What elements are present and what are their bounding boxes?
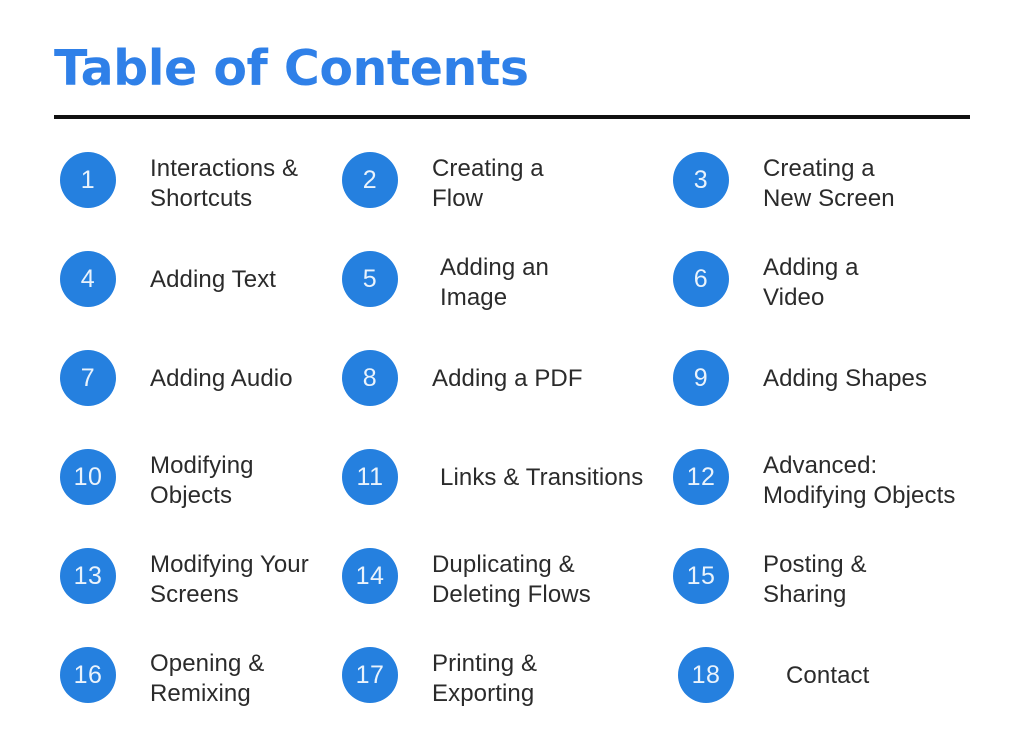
item-number-badge: 18 [678, 647, 734, 703]
toc-item-9[interactable]: 9 Adding Shapes [660, 346, 1024, 445]
toc-item-16[interactable]: 16 Opening & Remixing [0, 643, 334, 742]
item-number-badge: 12 [673, 449, 729, 505]
contents-grid: 1 Interactions & Shortcuts 2 Creating a … [0, 148, 1024, 742]
item-label: Advanced: Modifying Objects [763, 452, 956, 509]
toc-item-10[interactable]: 10 Modifying Objects [0, 445, 334, 544]
item-label: Adding a Video [763, 254, 859, 311]
toc-item-15[interactable]: 15 Posting & Sharing [660, 544, 1024, 643]
item-number-badge: 4 [60, 251, 116, 307]
item-number-badge: 3 [673, 152, 729, 208]
toc-item-17[interactable]: 17 Printing & Exporting [334, 643, 660, 742]
toc-item-14[interactable]: 14 Duplicating & Deleting Flows [334, 544, 660, 643]
toc-item-12[interactable]: 12 Advanced: Modifying Objects [660, 445, 1024, 544]
item-number-badge: 8 [342, 350, 398, 406]
toc-item-1[interactable]: 1 Interactions & Shortcuts [0, 148, 334, 247]
page-header: Table of Contents [54, 44, 970, 119]
item-label: Duplicating & Deleting Flows [432, 551, 591, 608]
item-number-badge: 17 [342, 647, 398, 703]
item-number-badge: 16 [60, 647, 116, 703]
item-number-badge: 2 [342, 152, 398, 208]
item-label: Links & Transitions [440, 464, 644, 491]
title-divider [54, 115, 970, 119]
item-number-badge: 14 [342, 548, 398, 604]
item-label: Interactions & Shortcuts [150, 155, 299, 212]
item-label: Printing & Exporting [432, 650, 538, 707]
toc-item-2[interactable]: 2 Creating a Flow [334, 148, 660, 247]
toc-item-3[interactable]: 3 Creating a New Screen [660, 148, 1024, 247]
item-label: Adding Audio [150, 365, 293, 392]
item-label: Modifying Objects [150, 452, 254, 509]
toc-item-5[interactable]: 5 Adding an Image [334, 247, 660, 346]
item-number-badge: 15 [673, 548, 729, 604]
item-number-badge: 1 [60, 152, 116, 208]
item-number-badge: 5 [342, 251, 398, 307]
item-number-badge: 9 [673, 350, 729, 406]
item-number-badge: 10 [60, 449, 116, 505]
toc-item-8[interactable]: 8 Adding a PDF [334, 346, 660, 445]
item-label: Creating a New Screen [763, 155, 895, 212]
item-label: Contact [786, 662, 870, 689]
toc-item-6[interactable]: 6 Adding a Video [660, 247, 1024, 346]
item-label: Opening & Remixing [150, 650, 265, 707]
item-label: Adding an Image [440, 254, 549, 311]
toc-item-7[interactable]: 7 Adding Audio [0, 346, 334, 445]
item-number-badge: 11 [342, 449, 398, 505]
toc-item-18[interactable]: 18 Contact [660, 643, 1024, 742]
item-number-badge: 6 [673, 251, 729, 307]
table-of-contents-page: Table of Contents 1 Interactions & Short… [0, 0, 1024, 748]
toc-item-11[interactable]: 11 Links & Transitions [334, 445, 660, 544]
item-number-badge: 13 [60, 548, 116, 604]
item-label: Posting & Sharing [763, 551, 867, 608]
toc-item-13[interactable]: 13 Modifying Your Screens [0, 544, 334, 643]
item-label: Modifying Your Screens [150, 551, 309, 608]
item-label: Adding Shapes [763, 365, 928, 392]
item-label: Adding Text [150, 266, 277, 293]
toc-item-4[interactable]: 4 Adding Text [0, 247, 334, 346]
item-label: Adding a PDF [432, 365, 583, 392]
item-label: Creating a Flow [432, 155, 544, 212]
page-title: Table of Contents [54, 40, 529, 97]
item-number-badge: 7 [60, 350, 116, 406]
